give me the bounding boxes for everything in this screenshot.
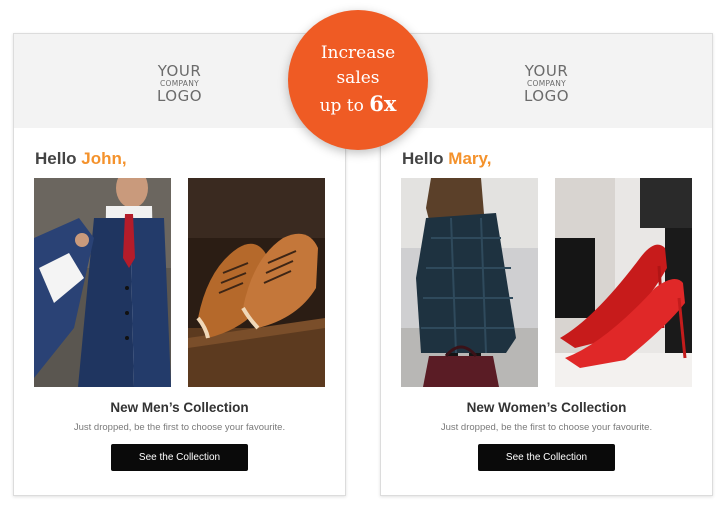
red-heels-image[interactable] [555,178,692,387]
email-card-women: YOUR COMPANY LOGO Hello Mary, New Women’… [380,33,713,496]
collection-subtitle: Just dropped, be the first to choose you… [73,422,286,433]
collection-title: New Men’s Collection [110,400,249,415]
man-in-suit-image[interactable] [34,178,171,387]
customer-name: John, [81,149,127,168]
customer-name: Mary, [448,149,492,168]
company-logo: YOUR COMPANY LOGO [156,62,203,105]
sales-multiplier: 6x [369,91,397,116]
see-collection-button[interactable]: See the Collection [478,444,615,471]
brown-shoes-image[interactable] [188,178,325,387]
company-logo: YOUR COMPANY LOGO [523,62,570,105]
sales-increase-badge: Increase sales up to 6x [288,10,428,150]
see-collection-button[interactable]: See the Collection [111,444,248,471]
greeting: Hello John, [35,149,127,168]
woman-in-coat-image[interactable] [401,178,538,387]
email-header: YOUR COMPANY LOGO [381,34,712,128]
collection-subtitle: Just dropped, be the first to choose you… [440,422,653,433]
collection-title: New Women’s Collection [466,400,627,415]
greeting: Hello Mary, [402,149,492,168]
